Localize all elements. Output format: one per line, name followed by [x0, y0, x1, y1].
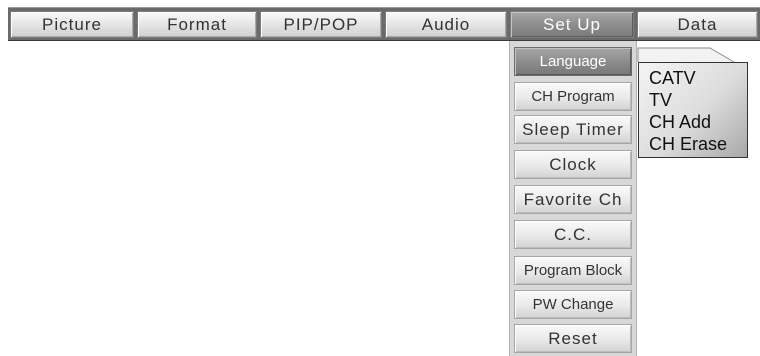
- menu-item-program-block[interactable]: Program Block: [514, 256, 632, 285]
- main-menu-bar: Picture Format PIP/POP Audio Set Up Data: [8, 7, 760, 41]
- menu-item-language[interactable]: Language: [514, 47, 632, 76]
- language-submenu: CATV TV CH Add CH Erase: [638, 62, 748, 158]
- tab-format[interactable]: Format: [137, 11, 257, 38]
- menu-item-clock[interactable]: Clock: [514, 150, 632, 179]
- tab-picture[interactable]: Picture: [10, 11, 134, 38]
- menu-item-pw-change[interactable]: PW Change: [514, 290, 632, 319]
- menu-item-sleep-timer[interactable]: Sleep Timer: [514, 115, 632, 144]
- menu-item-cc[interactable]: C.C.: [514, 220, 632, 249]
- submenu-item-ch-erase[interactable]: CH Erase: [649, 133, 747, 155]
- menu-item-reset[interactable]: Reset: [514, 324, 632, 353]
- menu-item-ch-program[interactable]: CH Program: [514, 82, 632, 111]
- setup-dropdown: Language CH Program Sleep Timer Clock Fa…: [509, 41, 637, 356]
- tab-data[interactable]: Data: [637, 11, 758, 38]
- submenu-item-tv[interactable]: TV: [649, 89, 747, 111]
- submenu-connector: [637, 47, 735, 63]
- submenu-item-catv[interactable]: CATV: [649, 67, 747, 89]
- tab-pip-pop[interactable]: PIP/POP: [260, 11, 382, 38]
- submenu-item-ch-add[interactable]: CH Add: [649, 111, 747, 133]
- tab-setup[interactable]: Set Up: [510, 11, 634, 38]
- tab-audio[interactable]: Audio: [385, 11, 507, 38]
- menu-item-favorite-ch[interactable]: Favorite Ch: [514, 185, 632, 214]
